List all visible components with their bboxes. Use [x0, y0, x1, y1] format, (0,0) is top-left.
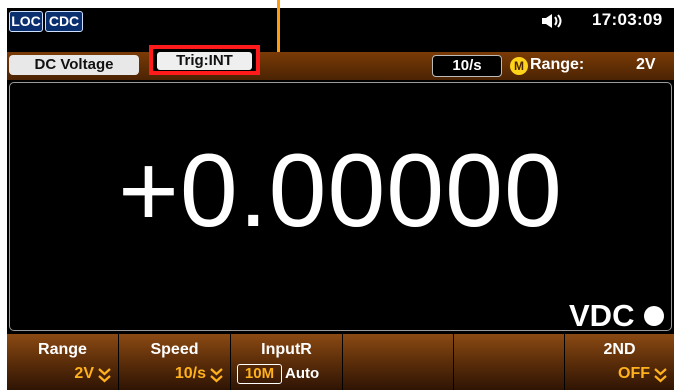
cdc-badge: CDC	[45, 11, 83, 32]
input-impedance-selected: 10M	[237, 364, 282, 384]
measurement-status-row: DC Voltage 10/s M Range: 2V	[7, 52, 674, 80]
sample-rate: 10/s	[432, 55, 502, 77]
softkey-2nd[interactable]: 2ND OFF	[565, 334, 674, 390]
loc-badge: LOC	[9, 11, 43, 32]
clock: 17:03:09	[592, 10, 663, 29]
softkey-empty-2[interactable]	[454, 334, 565, 390]
softkey-speed[interactable]: Speed 10/s	[119, 334, 231, 390]
softkey-range-value: 2V	[74, 365, 94, 382]
chevron-down-icon	[210, 368, 223, 383]
softkey-2nd-value: OFF	[618, 365, 650, 382]
softkey-empty-1[interactable]	[343, 334, 454, 390]
range-value: 2V	[636, 56, 656, 73]
chevron-down-icon	[98, 368, 111, 383]
measurement-reading: +0.00000	[118, 133, 563, 249]
speaker-icon	[542, 14, 562, 28]
manual-range-icon: M	[510, 57, 528, 75]
softkey-inputr-title: InputR	[261, 341, 312, 358]
trigger-status: Trig:INT	[157, 52, 252, 70]
input-impedance-alt: Auto	[285, 365, 320, 382]
range-label: Range:	[530, 56, 585, 73]
chevron-down-icon	[654, 368, 667, 383]
softkey-speed-value: 10/s	[174, 365, 206, 382]
measurement-unit: VDC	[569, 298, 635, 333]
softkey-2nd-title: 2ND	[603, 341, 636, 358]
active-indicator-dot	[644, 306, 664, 326]
softkey-bar: Range 2V Speed 10/s InputR 10M Auto 2ND …	[7, 334, 674, 390]
meter-screen: LOC CDC 17:03:09 DC Voltage 10/s M Range…	[7, 0, 674, 390]
measurement-mode: DC Voltage	[9, 55, 139, 75]
softkey-range[interactable]: Range 2V	[7, 334, 119, 390]
trigger-highlight: Trig:INT	[149, 45, 260, 75]
top-status-bar: LOC CDC 17:03:09	[7, 8, 674, 34]
softkey-speed-title: Speed	[150, 341, 199, 358]
softkey-inputr[interactable]: InputR 10M Auto	[231, 334, 343, 390]
softkey-range-title: Range	[38, 341, 87, 358]
